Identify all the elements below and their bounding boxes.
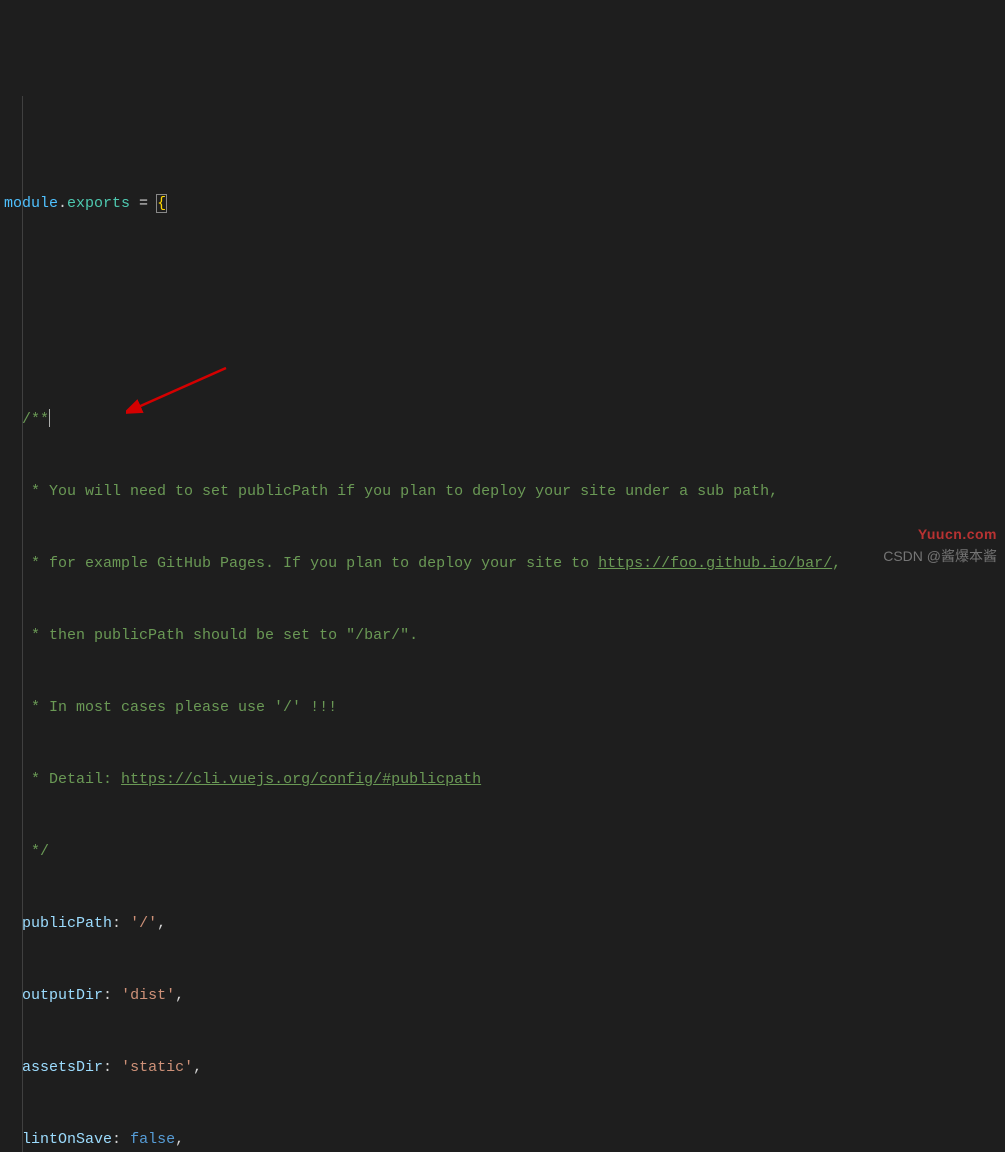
code-line: */	[4, 840, 1005, 864]
token-variable: module	[4, 195, 58, 212]
comment-line: * In most cases please use '/' !!!	[22, 699, 337, 716]
comment-start: /**	[22, 411, 49, 428]
code-line: assetsDir: 'static',	[4, 1056, 1005, 1080]
comment-line: * You will need to set publicPath if you…	[22, 483, 778, 500]
comment-line: * for example GitHub Pages. If you plan …	[22, 555, 598, 572]
prop-value: 'static'	[121, 1059, 193, 1076]
watermark-csdn: CSDN @酱爆本酱	[883, 544, 997, 568]
prop-value: false	[130, 1131, 175, 1148]
code-line: module.exports = {	[4, 192, 1005, 216]
code-line	[4, 336, 1005, 360]
prop-key: publicPath	[22, 915, 112, 932]
code-line: * In most cases please use '/' !!!	[4, 696, 1005, 720]
comment-end: */	[22, 843, 49, 860]
token-property: exports	[67, 195, 130, 212]
comment-link[interactable]: https://cli.vuejs.org/config/#publicpath	[121, 771, 481, 788]
prop-value: '/'	[130, 915, 157, 932]
comment-line: * then publicPath should be set to "/bar…	[22, 627, 418, 644]
comment-link[interactable]: https://foo.github.io/bar/	[598, 555, 832, 572]
code-line	[4, 264, 1005, 288]
prop-key: assetsDir	[22, 1059, 103, 1076]
code-line: * then publicPath should be set to "/bar…	[4, 624, 1005, 648]
indent-guide	[22, 96, 23, 1152]
code-line: /**	[4, 408, 1005, 432]
code-line: publicPath: '/',	[4, 912, 1005, 936]
code-editor[interactable]: module.exports = { /** * You will need t…	[0, 96, 1005, 1152]
code-line: * Detail: https://cli.vuejs.org/config/#…	[4, 768, 1005, 792]
code-line: outputDir: 'dist',	[4, 984, 1005, 1008]
prop-value: 'dist'	[121, 987, 175, 1004]
code-line: * for example GitHub Pages. If you plan …	[4, 552, 1005, 576]
code-line: lintOnSave: false,	[4, 1128, 1005, 1152]
text-cursor	[49, 409, 50, 427]
prop-key: outputDir	[22, 987, 103, 1004]
brace-open: {	[156, 194, 167, 213]
prop-key: lintOnSave	[22, 1131, 112, 1148]
watermark-yuucn: Yuucn.com	[918, 522, 997, 546]
code-line: * You will need to set publicPath if you…	[4, 480, 1005, 504]
comment-line: * Detail:	[22, 771, 121, 788]
